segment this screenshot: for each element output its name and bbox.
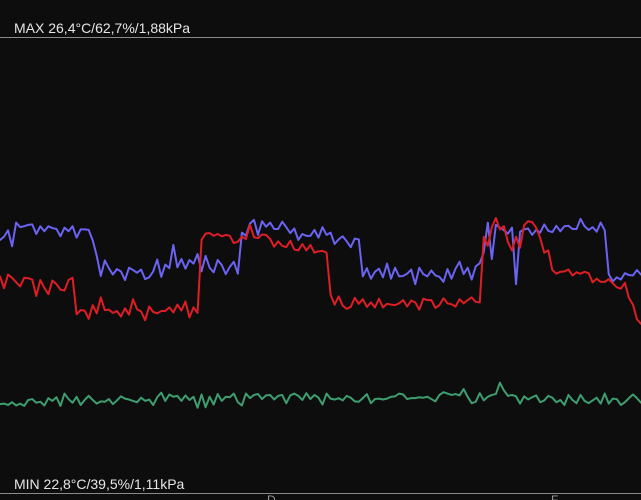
min-reference-line [0, 493, 641, 494]
x-tick-1: F [551, 493, 559, 500]
series-line-2 [0, 381, 641, 409]
x-tick-0: D [267, 493, 276, 500]
plot-area [0, 217, 641, 409]
min-label: MIN 22,8°C/39,5%/1,11kPa [14, 476, 185, 492]
sensor-chart: MAX 26,4°C/62,7%/1,88kPa MIN 22,8°C/39,5… [0, 0, 641, 500]
